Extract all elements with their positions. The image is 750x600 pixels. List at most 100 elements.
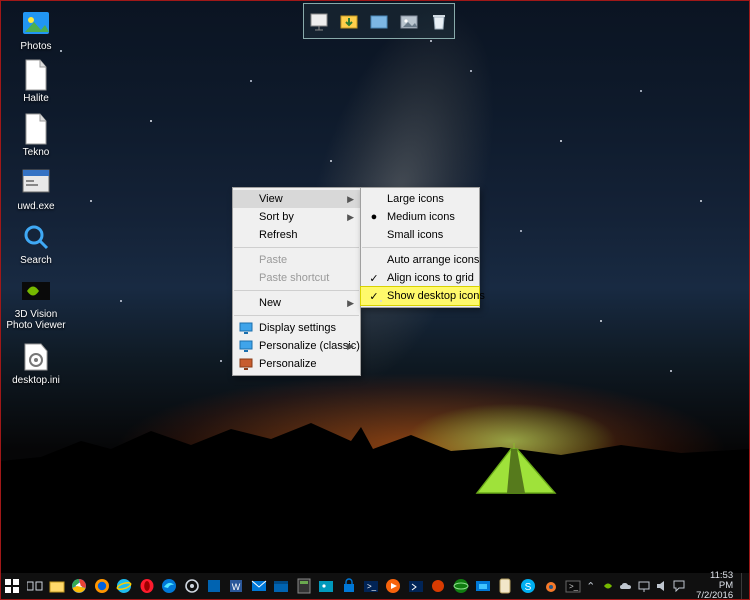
menu-label: Medium icons — [387, 211, 455, 223]
submenu-auto-arrange[interactable]: Auto arrange icons — [361, 251, 479, 269]
monitor-icon — [238, 320, 254, 336]
menu-label: View — [259, 193, 283, 205]
taskbar-store[interactable] — [338, 575, 358, 597]
tent-graphic — [471, 443, 561, 499]
taskbar-media[interactable] — [383, 575, 403, 597]
menu-personalize-classic[interactable]: Personalize (classic)▶ — [233, 337, 360, 355]
menu-separator — [234, 315, 359, 316]
exe-icon — [20, 167, 52, 199]
menu-new[interactable]: New▶ — [233, 294, 360, 312]
menu-label: Personalize — [259, 358, 316, 370]
taskbar: W >_ S >_ ⌃ 11:53 PM 7/2/2016 — [1, 573, 749, 599]
menu-display-settings[interactable]: Display settings — [233, 319, 360, 337]
shelf-pictures-icon[interactable] — [398, 10, 420, 32]
menu-label: Refresh — [259, 229, 298, 241]
desktop-icon-uwd[interactable]: uwd.exe — [6, 167, 66, 212]
taskbar-app-a[interactable] — [204, 575, 224, 597]
taskbar-clock[interactable]: 11:53 PM 7/2/2016 — [690, 571, 737, 600]
check-icon: ✓ — [367, 290, 381, 303]
clock-date: 7/2/2016 — [694, 591, 733, 600]
start-button[interactable] — [2, 575, 22, 597]
taskview-button[interactable] — [24, 575, 44, 597]
menu-view[interactable]: View ▶ — [233, 190, 360, 208]
taskbar-photos[interactable] — [316, 575, 336, 597]
desktop-icon-photos[interactable]: Photos — [6, 7, 66, 52]
submenu-arrow-icon: ▶ — [347, 194, 354, 205]
taskbar-calculator[interactable] — [293, 575, 313, 597]
menu-label: Show desktop icons — [387, 290, 485, 302]
icon-label: uwd.exe — [6, 201, 66, 212]
search-icon — [20, 221, 52, 253]
desktop-icon-halite[interactable]: Halite — [6, 59, 66, 104]
shelf-downloads-icon[interactable] — [338, 10, 360, 32]
tray-onedrive-icon[interactable] — [619, 579, 633, 593]
shelf-recycle-bin-icon[interactable] — [428, 10, 450, 32]
taskbar-mail[interactable] — [249, 575, 269, 597]
shelf-toolbar[interactable] — [303, 3, 455, 39]
desktop-context-menu: View ▶ Sort by▶ Refresh Paste Paste short… — [232, 187, 361, 376]
submenu-arrow-icon: ▶ — [347, 212, 354, 223]
shelf-documents-icon[interactable] — [368, 10, 390, 32]
submenu-arrow-icon: ▶ — [347, 341, 354, 352]
horizon-silhouette — [1, 421, 749, 576]
taskbar-powershell[interactable] — [406, 575, 426, 597]
taskbar-edge[interactable] — [159, 575, 179, 597]
svg-text:S: S — [525, 582, 532, 593]
taskbar-globe[interactable] — [450, 575, 470, 597]
submenu-medium-icons[interactable]: ● Medium icons — [361, 208, 479, 226]
icon-label: 3D Vision Photo Viewer — [6, 309, 66, 331]
tray-volume-icon[interactable] — [655, 579, 669, 593]
tray-nvidia-icon[interactable] — [602, 579, 616, 593]
clock-time: 11:53 PM — [694, 571, 733, 591]
taskbar-terminal[interactable]: >_ — [361, 575, 381, 597]
desktop[interactable]: Photos Halite Tekno uwd.exe Search 3D Vi… — [0, 0, 750, 600]
icon-label: desktop.ini — [6, 375, 66, 386]
icon-label: Tekno — [6, 147, 66, 158]
taskbar-cmd[interactable]: >_ — [563, 575, 583, 597]
tray-action-center-icon[interactable] — [673, 579, 687, 593]
taskbar-opera[interactable] — [137, 575, 157, 597]
taskbar-settings[interactable] — [181, 575, 201, 597]
nvidia-icon — [20, 275, 52, 307]
menu-label: Personalize (classic) — [259, 340, 360, 352]
tray-up-icon[interactable]: ⌃ — [584, 579, 598, 593]
taskbar-speedfan[interactable] — [428, 575, 448, 597]
tray-network-icon[interactable] — [637, 579, 651, 593]
file-icon — [20, 113, 52, 145]
taskbar-word[interactable]: W — [226, 575, 246, 597]
menu-paste: Paste — [233, 251, 360, 269]
shelf-presentation-icon[interactable] — [308, 10, 330, 32]
taskbar-skype[interactable]: S — [518, 575, 538, 597]
submenu-small-icons[interactable]: Small icons — [361, 226, 479, 244]
menu-separator — [234, 247, 359, 248]
photos-icon — [20, 7, 52, 39]
desktop-icon-3dvision[interactable]: 3D Vision Photo Viewer — [6, 275, 66, 331]
system-tray: ⌃ 11:53 PM 7/2/2016 — [584, 571, 749, 600]
menu-label: Display settings — [259, 322, 336, 334]
taskbar-ie[interactable] — [114, 575, 134, 597]
taskbar-calendar[interactable] — [271, 575, 291, 597]
taskbar-explorer[interactable] — [47, 575, 67, 597]
menu-label: Paste shortcut — [259, 272, 329, 284]
svg-text:>_: >_ — [367, 582, 377, 591]
view-submenu: Large icons ● Medium icons Small icons Au… — [360, 187, 480, 308]
menu-sort-by[interactable]: Sort by▶ — [233, 208, 360, 226]
taskbar-firefox[interactable] — [92, 575, 112, 597]
bullet-icon: ● — [367, 211, 381, 223]
desktop-icon-search[interactable]: Search — [6, 221, 66, 266]
menu-separator — [234, 290, 359, 291]
taskbar-remote[interactable] — [473, 575, 493, 597]
show-desktop-button[interactable] — [741, 573, 747, 599]
submenu-large-icons[interactable]: Large icons — [361, 190, 479, 208]
desktop-icon-tekno[interactable]: Tekno — [6, 113, 66, 158]
check-icon: ✓ — [367, 272, 381, 285]
menu-refresh[interactable]: Refresh — [233, 226, 360, 244]
taskbar-chrome[interactable] — [69, 575, 89, 597]
menu-personalize[interactable]: Personalize — [233, 355, 360, 373]
desktop-icon-desktopini[interactable]: desktop.ini — [6, 341, 66, 386]
taskbar-blender[interactable] — [540, 575, 560, 597]
submenu-align-to-grid[interactable]: ✓Align icons to grid — [361, 269, 479, 287]
icon-label: Halite — [6, 93, 66, 104]
taskbar-mahjong[interactable] — [495, 575, 515, 597]
submenu-show-desktop-icons[interactable]: ✓Show desktop icons — [361, 287, 479, 305]
